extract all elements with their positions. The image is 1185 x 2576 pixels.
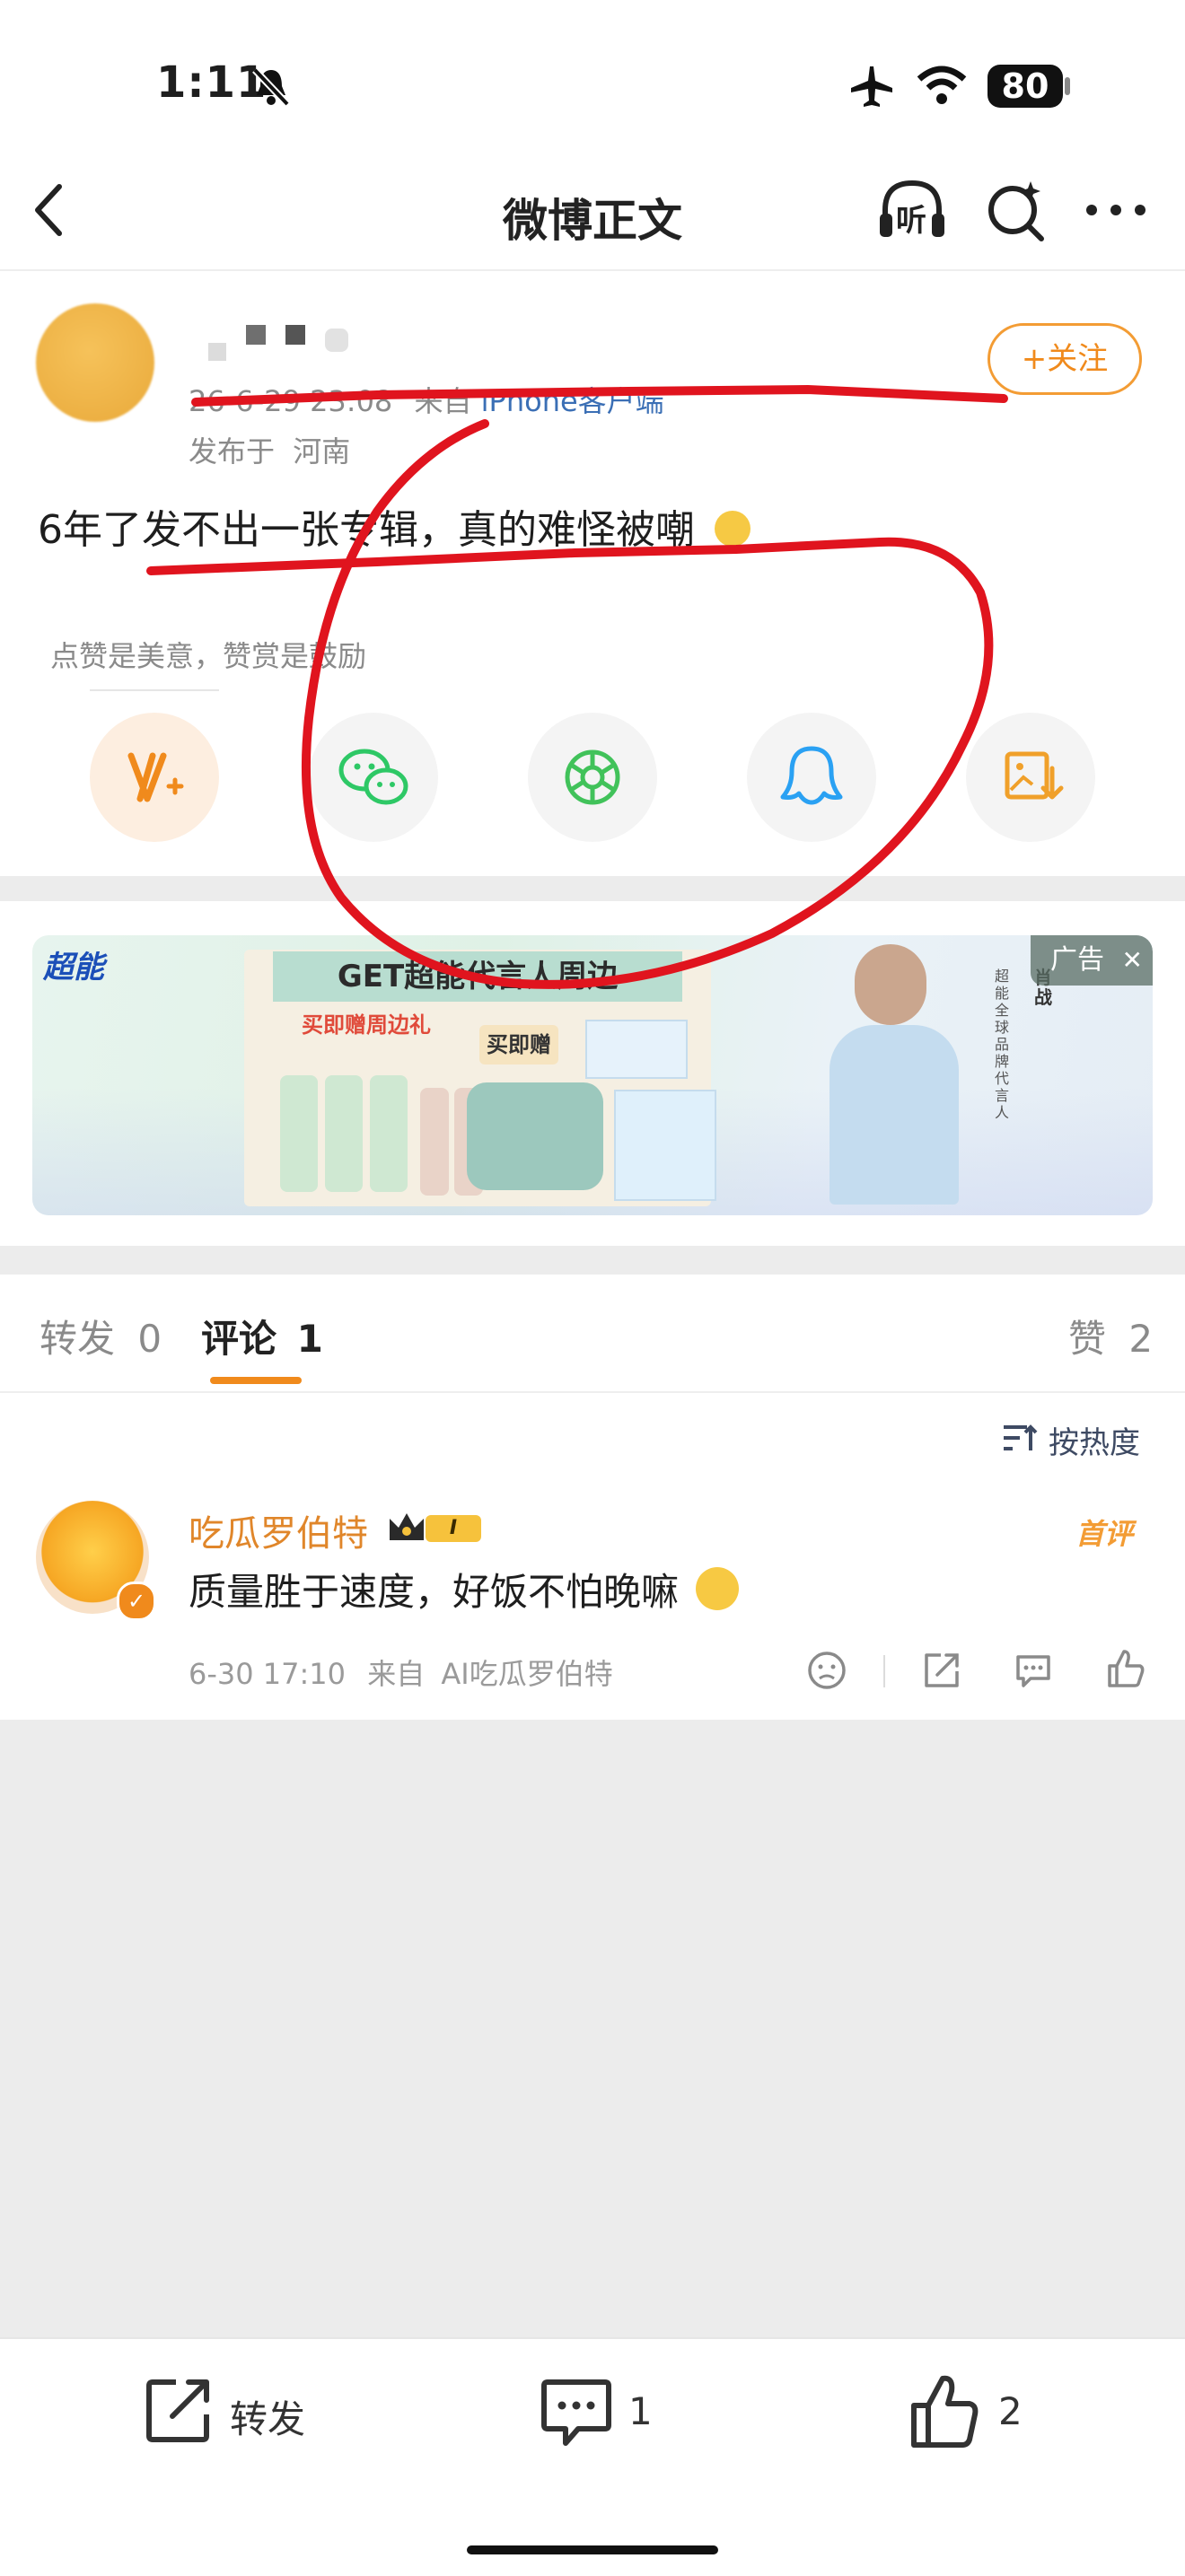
tab-likes[interactable]: 赞 2 (1068, 1309, 1153, 1363)
ad-card-2 (614, 1090, 716, 1201)
member-level-badge: I (386, 1510, 488, 1546)
repost-label: 转发 (230, 2397, 306, 2441)
comment-bubble-icon (541, 2379, 611, 2446)
crown-icon (390, 1513, 424, 1540)
comment-button[interactable]: 1 (539, 2375, 673, 2450)
comment-meta: 6-30 17:10 来自 AI吃瓜罗伯特 (189, 1652, 613, 1693)
like-button[interactable]: 2 (908, 2371, 1043, 2452)
ad-products (280, 1066, 415, 1201)
ad-gift-line: 买即赠周边礼 (302, 1012, 431, 1038)
interaction-tabs: 转发 0 评论 1 赞 2 (0, 1275, 1185, 1393)
tab-reposts-label: 转发 (40, 1317, 116, 1361)
ad-spokesperson-title: 超能全球品牌代言人 (995, 968, 1010, 1121)
comment-count: 1 (628, 2389, 653, 2433)
yum-emoji-icon (696, 1567, 740, 1610)
repost-icon (146, 2379, 209, 2442)
repost-button[interactable]: 转发 (144, 2375, 341, 2450)
comment-time: 6-30 17:10 (189, 1657, 347, 1691)
sort-icon (1004, 1424, 1038, 1450)
red-marker-annotation (146, 384, 1008, 989)
ad-suitcase (467, 1082, 603, 1190)
comment-source: AI吃瓜罗伯特 (441, 1657, 613, 1691)
tab-comments-label: 评论 (201, 1317, 277, 1361)
comment-text: 质量胜于速度，好饭不怕晚嘛 (189, 1562, 740, 1617)
tab-reposts-count: 0 (137, 1317, 162, 1361)
action-divider (883, 1655, 885, 1687)
home-indicator (467, 2545, 718, 2554)
dislike-face-icon[interactable] (806, 1650, 847, 1691)
comment-source-prefix: 来自 (367, 1657, 426, 1691)
tab-reposts[interactable]: 转发 0 (40, 1309, 162, 1363)
sort-button[interactable]: 按热度 (1002, 1418, 1140, 1462)
member-level: I (426, 1515, 481, 1542)
verified-badge-icon: ✓ (117, 1582, 156, 1621)
tab-likes-count: 2 (1128, 1317, 1154, 1361)
comment-repost-icon[interactable] (921, 1650, 962, 1691)
active-tab-indicator (210, 1377, 302, 1384)
comment-username[interactable]: 吃瓜罗伯特 (189, 1504, 368, 1556)
first-comment-tag: 首评 (1075, 1517, 1134, 1551)
comment-reply-icon[interactable] (1013, 1650, 1054, 1691)
comment-like-icon[interactable] (1104, 1648, 1146, 1691)
comment-text-body: 质量胜于速度，好饭不怕晚嘛 (189, 1570, 680, 1614)
sort-label: 按热度 (1049, 1425, 1140, 1461)
tab-likes-label: 赞 (1068, 1317, 1107, 1361)
ad-buy-label: 买即赠 (479, 1025, 558, 1065)
bottom-action-bar: 转发 1 2 (0, 2337, 1185, 2576)
thumbs-up-icon (911, 2375, 979, 2448)
ad-card-1 (585, 1020, 688, 1079)
like-count: 2 (998, 2389, 1023, 2433)
comments-section: 按热度 ✓ 吃瓜罗伯特 I 首评 质量胜于速度，好饭不怕晚嘛 6-30 17:1… (0, 1393, 1185, 1720)
tab-comments-count: 1 (296, 1317, 323, 1361)
tab-comments[interactable]: 评论 1 (201, 1309, 323, 1363)
comment-item: ✓ 吃瓜罗伯特 I 首评 质量胜于速度，好饭不怕晚嘛 6-30 17:10 来自… (0, 1501, 1185, 1716)
